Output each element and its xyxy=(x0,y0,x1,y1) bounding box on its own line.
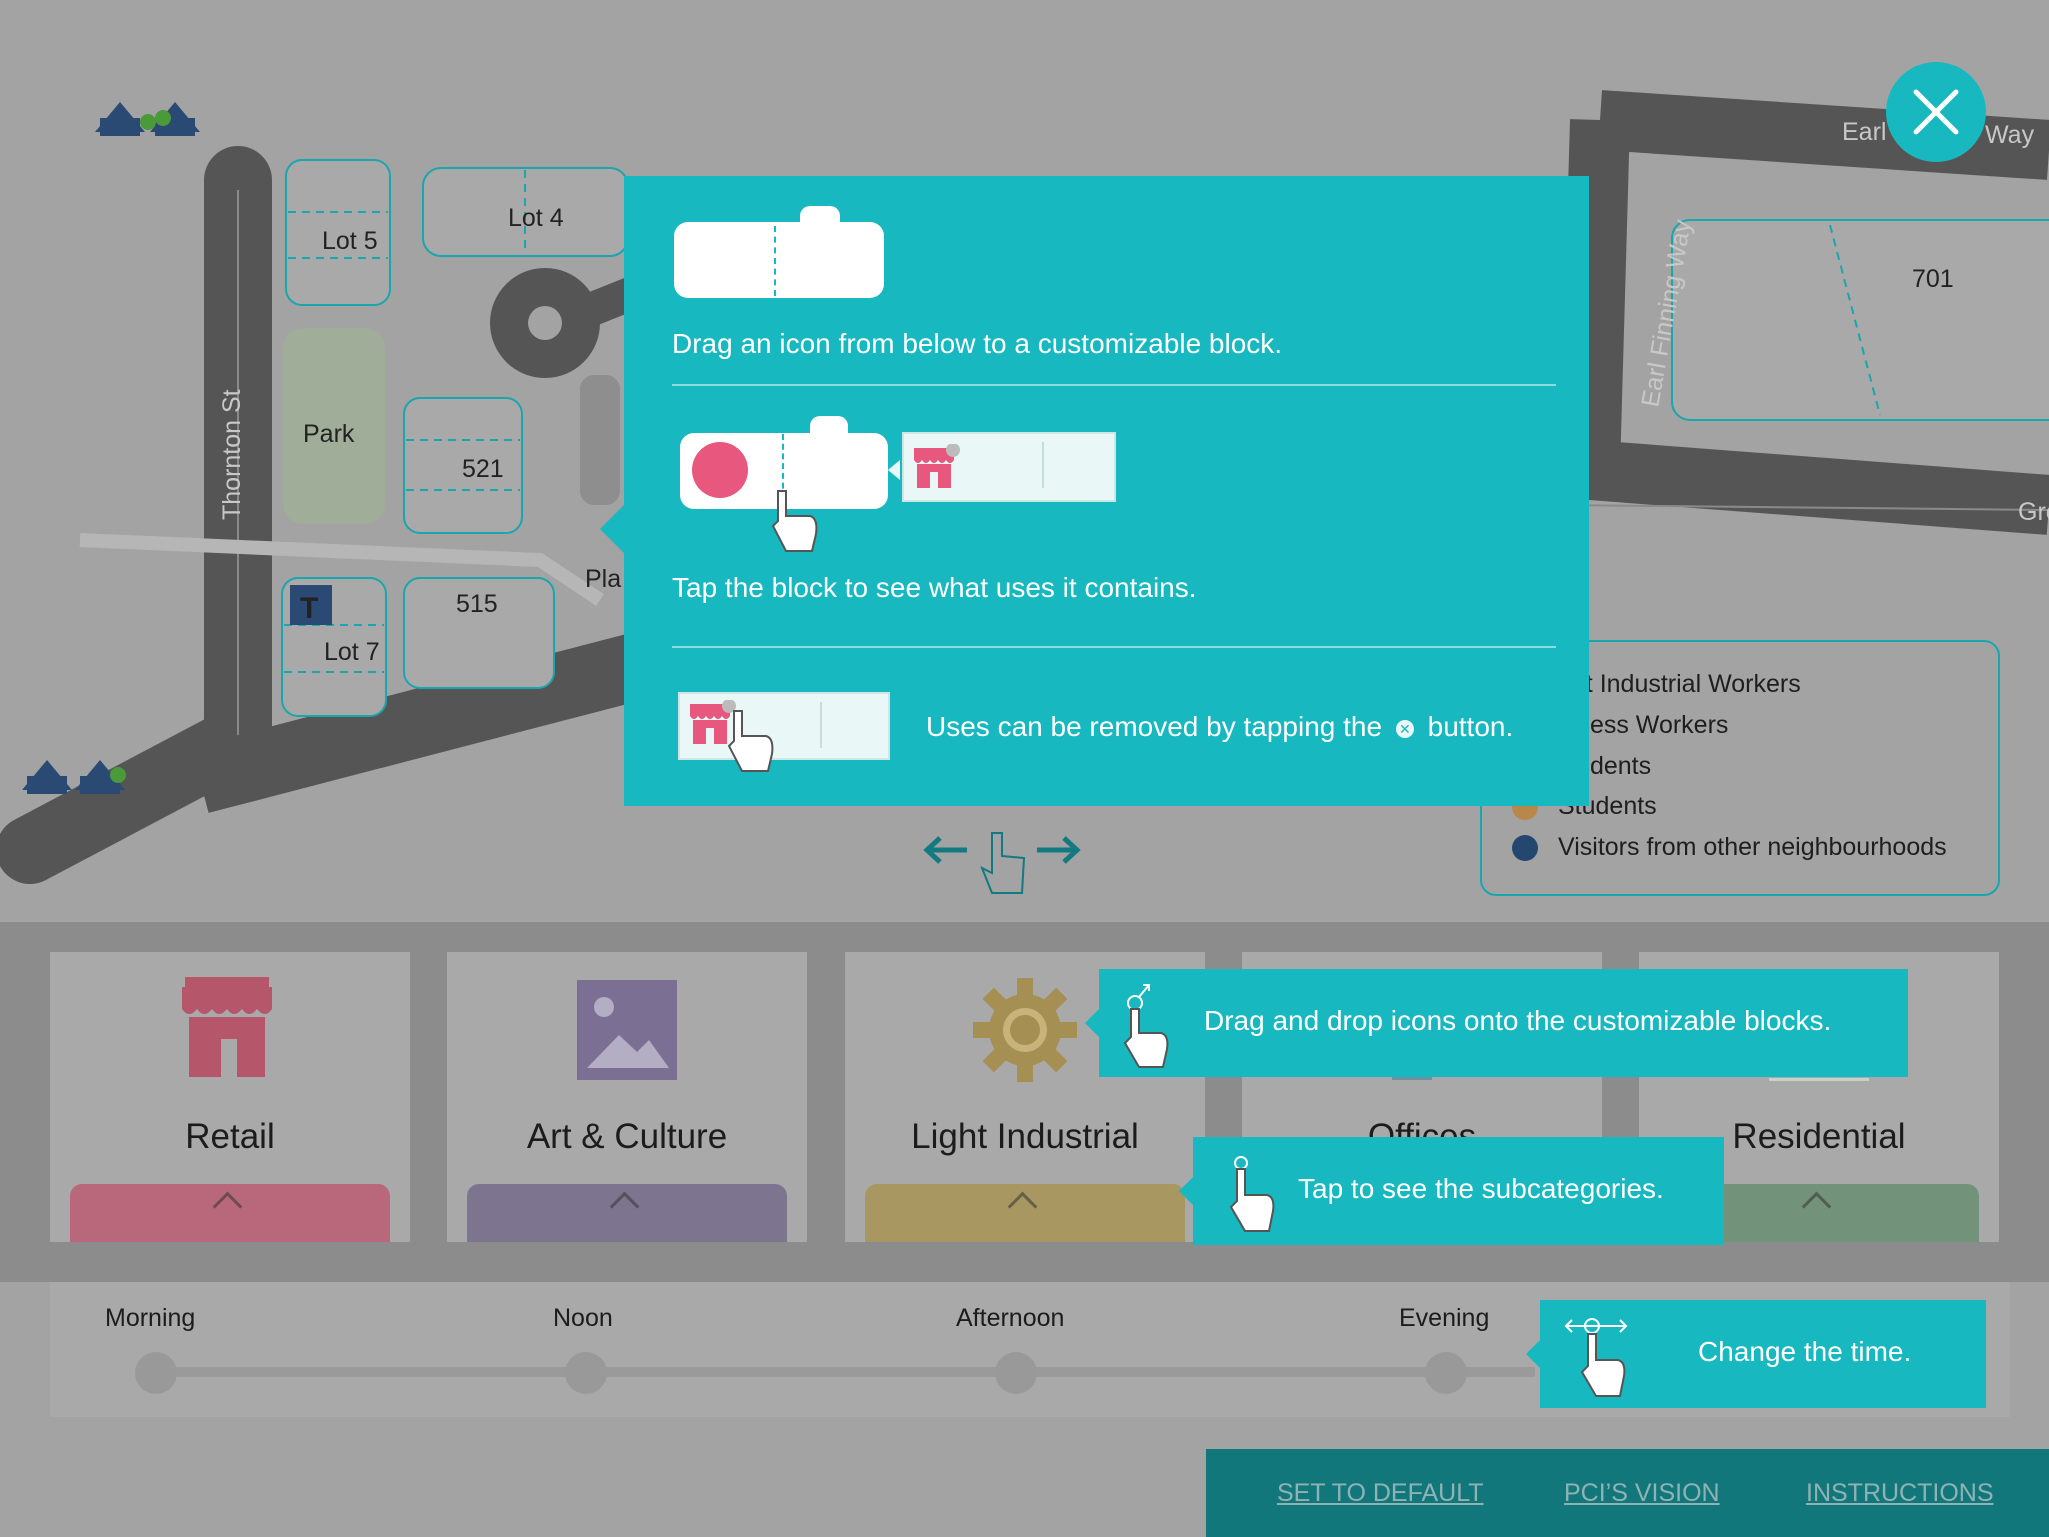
storefront-icon xyxy=(914,444,960,488)
lot515-label: 515 xyxy=(456,590,498,618)
step1-text: Drag an icon from below to a customizabl… xyxy=(672,328,1283,359)
time-stop-afternoon[interactable] xyxy=(995,1352,1037,1394)
subcategory-callout-text: Tap to see the subcategories. xyxy=(1298,1173,1664,1204)
chevron-up-icon xyxy=(609,1191,640,1222)
time-stop-evening[interactable] xyxy=(1425,1352,1467,1394)
park-label: Park xyxy=(303,420,355,448)
lot701-label: 701 xyxy=(1912,265,1954,293)
gear-icon[interactable] xyxy=(973,978,1077,1082)
lot521-label: 521 xyxy=(462,455,504,483)
legend-item: Visitors from other neighbourhoods xyxy=(1512,833,1947,862)
lot5-label: Lot 5 xyxy=(322,227,378,255)
subcategory-toggle[interactable] xyxy=(70,1184,390,1242)
subcategory-toggle[interactable] xyxy=(865,1184,1185,1242)
pci-vision-link[interactable]: PCI’S VISION xyxy=(1564,1479,1720,1508)
time-stop-morning[interactable] xyxy=(135,1352,177,1394)
instructions-modal: Drag an icon from below to a customizabl… xyxy=(624,176,1589,806)
plaza-label: Pla xyxy=(585,565,621,593)
instructions-link[interactable]: INSTRUCTIONS xyxy=(1806,1479,1994,1508)
time-label-afternoon: Afternoon xyxy=(956,1304,1065,1332)
drag-drop-callout-text: Drag and drop icons onto the customizabl… xyxy=(1204,1005,1832,1036)
time-slider-track[interactable] xyxy=(155,1367,1535,1377)
hand-tap-icon xyxy=(1229,1156,1275,1232)
swipe-hint xyxy=(922,828,1082,898)
lot7-label: Lot 7 xyxy=(324,638,380,666)
retail-marker xyxy=(692,442,748,498)
callout-arrow xyxy=(1179,1177,1193,1205)
transit-sign-letter: T xyxy=(300,592,318,625)
category-label: Light Industrial xyxy=(911,1117,1139,1156)
street-label-thornton: Thornton St xyxy=(218,389,246,520)
divider xyxy=(672,384,1556,386)
remove-x-icon: ✕ xyxy=(1395,719,1414,738)
step3-text: Uses can be removed by tapping the ✕ but… xyxy=(926,711,1514,742)
time-callout: Change the time. xyxy=(1526,1300,1986,1408)
callout-arrow xyxy=(1526,1340,1540,1368)
modal-pointer xyxy=(600,505,624,553)
chevron-up-icon xyxy=(1007,1191,1038,1222)
hand-tap-icon xyxy=(771,490,818,552)
chevron-up-icon xyxy=(212,1191,243,1222)
time-label-morning: Morning xyxy=(105,1304,196,1332)
hand-drag-icon xyxy=(1123,984,1169,1068)
divider xyxy=(672,646,1556,648)
time-stop-noon[interactable] xyxy=(565,1352,607,1394)
category-card-retail[interactable]: Retail xyxy=(50,952,410,1242)
street-label-earl-right: Way xyxy=(1985,121,2035,149)
hand-swipe-icon xyxy=(1564,1318,1628,1397)
storefront-icon[interactable] xyxy=(177,977,277,1077)
time-callout-text: Change the time. xyxy=(1698,1336,1912,1367)
subcategory-callout: Tap to see the subcategories. xyxy=(1179,1137,1724,1245)
category-label: Retail xyxy=(185,1117,275,1156)
house-icon[interactable] xyxy=(1769,1078,1869,1081)
step2-text: Tap the block to see what uses it contai… xyxy=(672,572,1197,603)
lot4-label: Lot 4 xyxy=(508,204,564,232)
image-icon[interactable] xyxy=(577,980,677,1080)
set-to-default-link[interactable]: SET TO DEFAULT xyxy=(1277,1479,1484,1508)
close-button[interactable] xyxy=(1886,62,1986,162)
close-icon xyxy=(1913,89,1959,135)
callout-arrow xyxy=(1085,1009,1099,1037)
street-label-earl-left: Earl xyxy=(1842,118,1886,146)
drag-drop-callout: Drag and drop icons onto the customizabl… xyxy=(1085,969,1908,1077)
category-card-art-culture[interactable]: Art & Culture xyxy=(447,952,807,1242)
footer-bar: SET TO DEFAULT PCI’S VISION INSTRUCTIONS xyxy=(1206,1449,2049,1537)
time-label-evening: Evening xyxy=(1399,1304,1490,1332)
time-label-noon: Noon xyxy=(553,1304,613,1332)
subcategory-toggle[interactable] xyxy=(467,1184,787,1242)
street-label-gre: Gre xyxy=(2018,498,2049,526)
legend-dot-visitors xyxy=(1512,835,1538,862)
category-label: Art & Culture xyxy=(526,1117,728,1156)
hand-tap-icon xyxy=(727,710,774,772)
chevron-up-icon xyxy=(1801,1191,1832,1222)
